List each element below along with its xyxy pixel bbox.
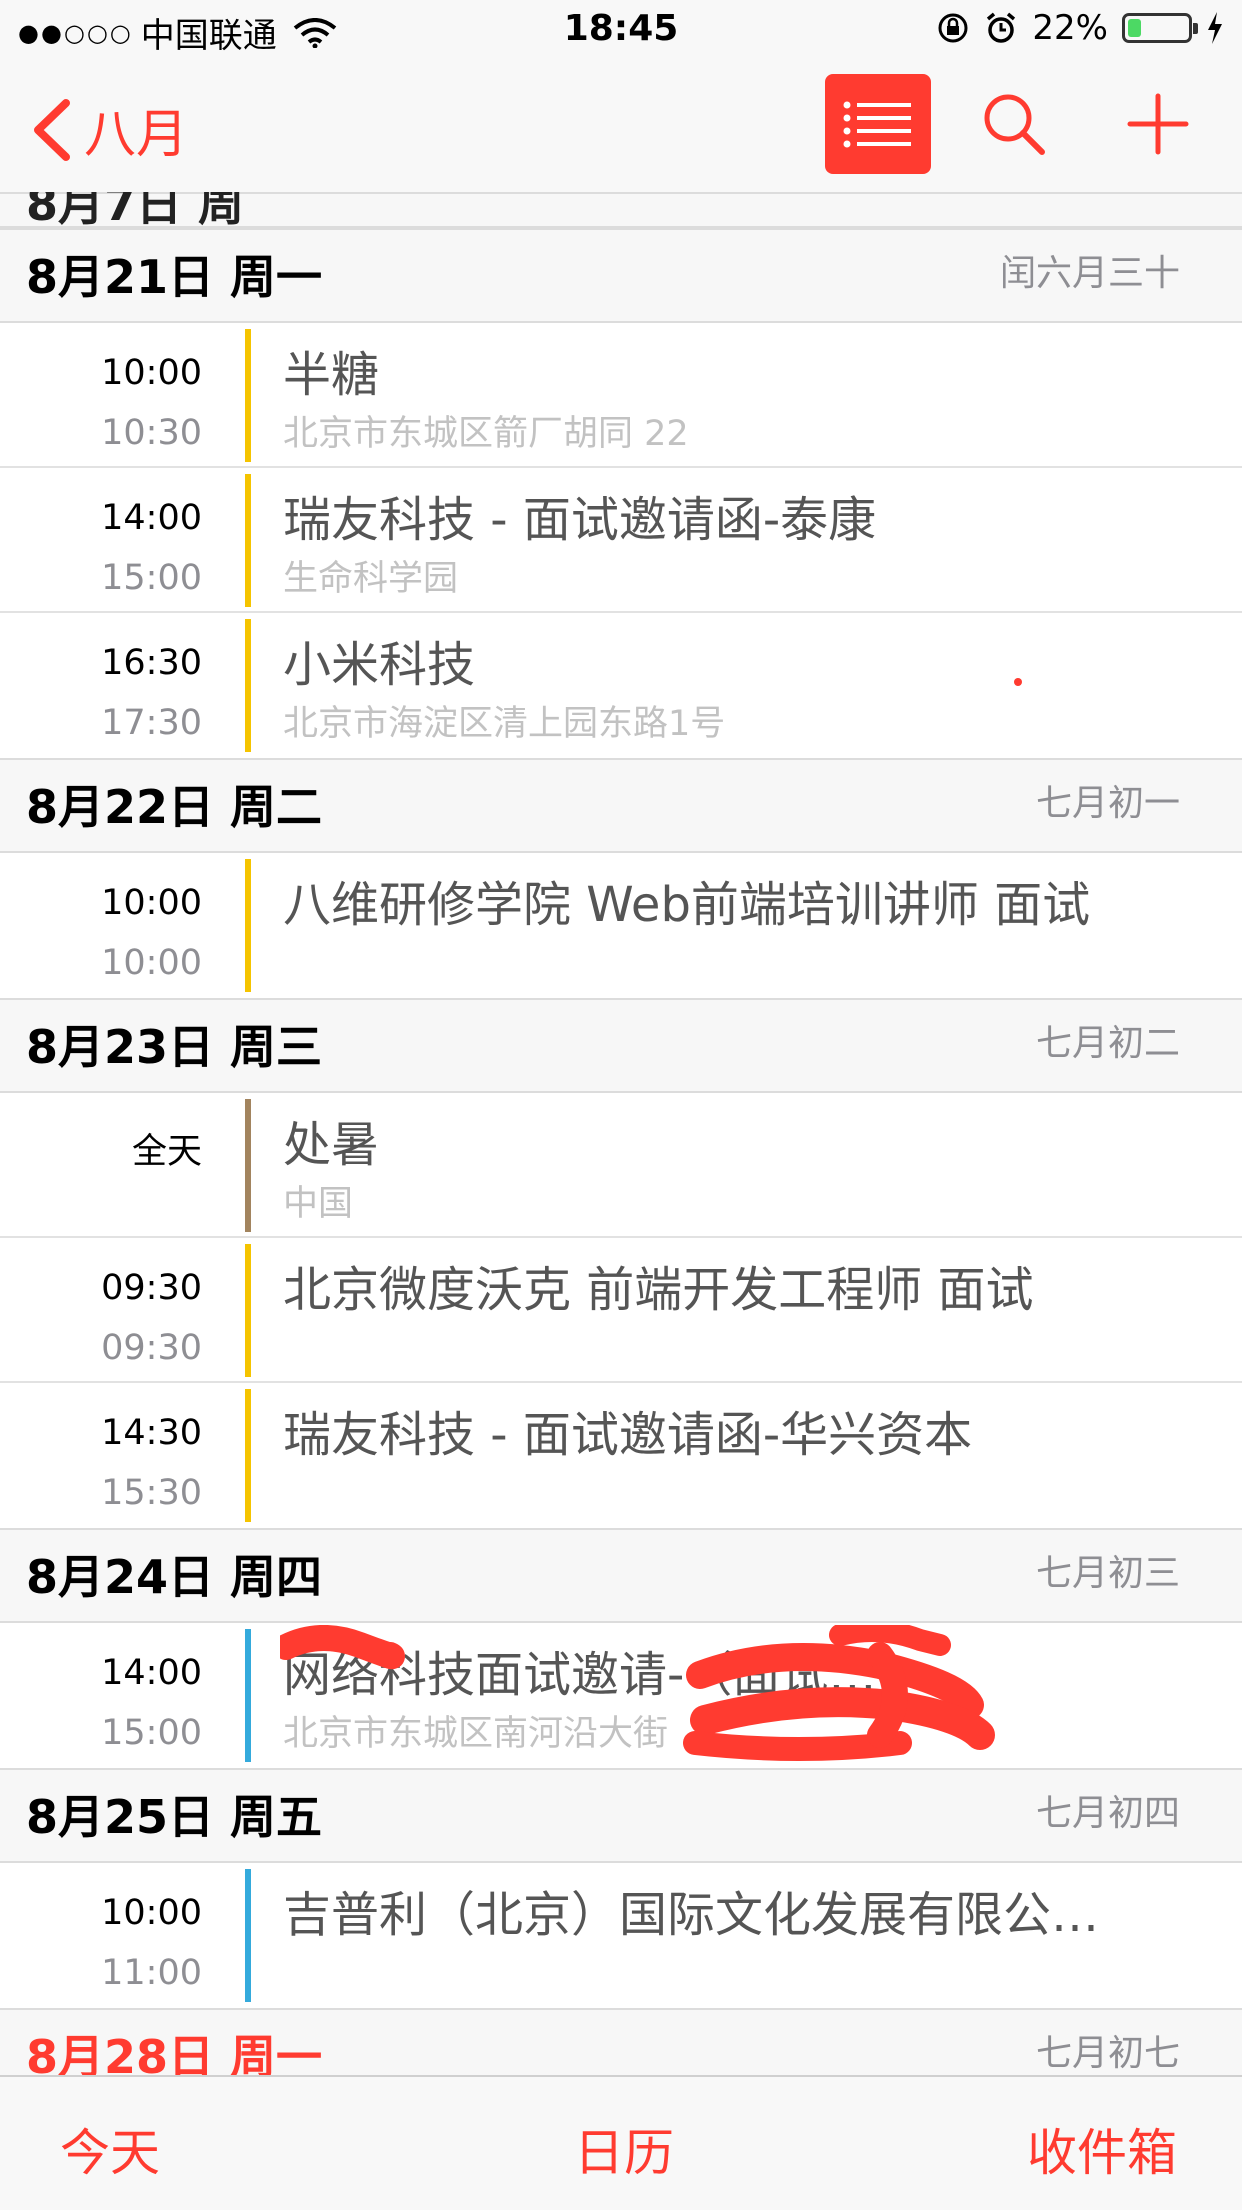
section-date: 8月22日 周二 [26, 780, 323, 834]
event-start-time: 10:00 [101, 1893, 202, 1933]
event-title: 瑞友科技 - 面试邀请函-华兴资本 [283, 1407, 973, 1463]
section-lunar-date: 七月初七 [1035, 2033, 1180, 2074]
calendar-color-bar [245, 1629, 251, 1762]
event-end-time: 15:30 [101, 1473, 202, 1513]
search-icon[interactable] [978, 88, 1050, 160]
event-location: 中国 [283, 1184, 354, 1224]
event-end-time: 17:30 [101, 703, 202, 743]
event-start-time: 14:00 [101, 498, 202, 538]
event-list[interactable]: 8月7日 周 8月21日 周一 闰六月三十 10:00 10:30 半糖北京市东城区箭厂… [0, 192, 1242, 2075]
event-start-time: 14:00 [101, 1653, 202, 1693]
section-lunar-date: 七月初三 [1035, 1553, 1180, 1594]
event-start-time: 14:30 [101, 1413, 202, 1453]
calendar-color-bar [245, 1244, 251, 1377]
tab-inbox[interactable]: 收件箱 [1027, 2113, 1177, 2185]
event-end-time: 15:00 [101, 1713, 202, 1753]
redaction-scribble [280, 1625, 995, 1761]
event-start-time: 09:30 [101, 1268, 202, 1308]
add-icon[interactable] [1122, 88, 1194, 160]
event-row[interactable]: 16:30 17:30 小米科技北京市海淀区清上园东路1号 [0, 613, 1242, 758]
event-start-time: 全天 [131, 1132, 202, 1172]
list-view-icon [843, 101, 911, 148]
status-bar: ●●○○○ 中国联通 18:45 22% [0, 0, 1242, 62]
calendar-color-bar [245, 329, 251, 462]
rotation-lock-icon [938, 13, 968, 43]
list-view-button[interactable] [825, 74, 931, 174]
event-row[interactable]: 10:00 11:00 吉普利（北京）国际文化发展有限公… [0, 1863, 1242, 2008]
section-header: 8月21日 周一 闰六月三十 [0, 228, 1242, 323]
event-row[interactable]: 14:00 15:00 瑞友科技 - 面试邀请函-泰康生命科学园 [0, 468, 1242, 613]
event-title: 北京微度沃克 前端开发工程师 面试 [283, 1262, 1034, 1318]
event-title: 瑞友科技 - 面试邀请函-泰康 [283, 492, 877, 548]
event-start-time: 16:30 [101, 643, 202, 683]
calendar-color-bar [245, 474, 251, 607]
section-date: 8月25日 周五 [26, 1790, 323, 1844]
event-end-time: 09:30 [101, 1328, 202, 1368]
event-row[interactable]: 14:30 15:30 瑞友科技 - 面试邀请函-华兴资本 [0, 1383, 1242, 1528]
calendar-color-bar [245, 1099, 251, 1232]
battery-icon [1122, 13, 1198, 43]
event-end-time: 15:00 [101, 558, 202, 598]
section-lunar-date: 七月初一 [1035, 783, 1180, 824]
event-row[interactable]: 10:00 10:00 八维研修学院 Web前端培训讲师 面试 [0, 853, 1242, 998]
section-header: 8月25日 周五 七月初四 [0, 1768, 1242, 1863]
event-row[interactable]: 09:30 09:30 北京微度沃克 前端开发工程师 面试 [0, 1238, 1242, 1383]
event-location: 生命科学园 [283, 559, 459, 599]
calendar-color-bar [245, 619, 251, 752]
navigation-bar: 八月 [0, 62, 1242, 194]
event-location: 北京市东城区箭厂胡同 22 [283, 414, 689, 454]
event-row[interactable]: 全天 处暑中国 [0, 1093, 1242, 1238]
event-title: 小米科技 [283, 637, 476, 693]
event-end-time: 11:00 [101, 1953, 202, 1993]
calendar-color-bar [245, 1869, 251, 2002]
tab-bar: 今天 日历 收件箱 [0, 2075, 1242, 2210]
section-date: 8月21日 周一 [26, 250, 323, 304]
section-date: 8月24日 周四 [26, 1550, 323, 1604]
event-start-time: 10:00 [101, 883, 202, 923]
event-title: 八维研修学院 Web前端培训讲师 面试 [283, 877, 1091, 933]
event-title: 半糖 [283, 347, 380, 403]
section-lunar-date: 七月初二 [1035, 1023, 1180, 1064]
alarm-icon [987, 12, 1016, 43]
calendar-color-bar [245, 1389, 251, 1522]
red-dot-mark [1014, 678, 1022, 686]
section-date: 8月28日 周一 [26, 2030, 323, 2075]
event-location: 北京市海淀区清上园东路1号 [283, 704, 726, 744]
back-label: 八月 [84, 105, 189, 165]
chevron-left-icon [34, 98, 70, 161]
calendar-color-bar [245, 859, 251, 992]
section-header: 8月24日 周四 七月初三 [0, 1528, 1242, 1623]
tab-calendars[interactable]: 日历 [574, 2113, 674, 2185]
section-lunar-date: 闰六月三十 [999, 253, 1180, 294]
section-date: 8月23日 周三 [26, 1020, 323, 1074]
event-title: 吉普利（北京）国际文化发展有限公… [283, 1887, 1100, 1943]
section-header-partial: 8月7日 周 [0, 192, 1242, 231]
section-header: 8月28日 周一 七月初七 [0, 2008, 1242, 2075]
back-button[interactable]: 八月 [30, 92, 188, 167]
event-start-time: 10:00 [101, 353, 202, 393]
section-lunar-date: 七月初四 [1035, 1793, 1180, 1834]
battery-percent: 22% [1032, 8, 1108, 48]
section-header: 8月23日 周三 七月初二 [0, 998, 1242, 1093]
event-title: 处暑 [283, 1117, 380, 1173]
status-right: 22% [936, 8, 1224, 48]
section-header: 8月22日 周二 七月初一 [0, 758, 1242, 853]
event-end-time: 10:30 [101, 413, 202, 453]
tab-today[interactable]: 今天 [60, 2113, 160, 2185]
event-end-time: 10:00 [101, 943, 202, 983]
charging-icon [1208, 12, 1222, 44]
event-row[interactable]: 10:00 10:30 半糖北京市东城区箭厂胡同 22 [0, 323, 1242, 468]
